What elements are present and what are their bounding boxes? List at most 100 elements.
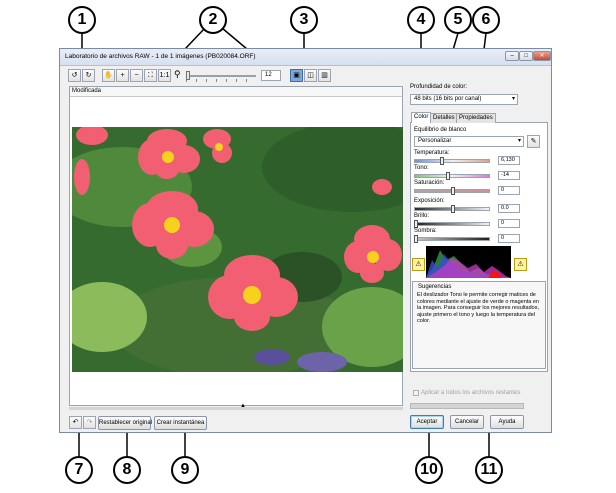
- zoom-in-icon: +: [120, 72, 125, 79]
- apply-all-checkbox[interactable]: [413, 390, 419, 396]
- shadow-slider-thumb[interactable]: [414, 235, 418, 243]
- callout-2: 2: [199, 6, 227, 34]
- callout-5: 5: [444, 6, 472, 34]
- actual-size-icon: 1:1: [159, 72, 170, 79]
- temperature-value[interactable]: 6,130: [498, 156, 520, 165]
- zoom-out-icon: −: [134, 72, 139, 79]
- warning-icon: ⚠: [517, 261, 524, 268]
- tint-label: Tono:: [414, 165, 429, 171]
- zoom-out-button[interactable]: −: [130, 69, 143, 82]
- rotate-right-button[interactable]: ↻: [82, 69, 95, 82]
- apply-all-label: Aplicar a todos los archivos restantes: [421, 390, 521, 396]
- tab-color[interactable]: Color: [411, 112, 432, 123]
- flower-photo: [72, 127, 403, 372]
- pan-tool-button[interactable]: ✋: [102, 69, 115, 82]
- white-balance-value: Personalizar: [418, 138, 452, 144]
- zoom-in-button[interactable]: +: [116, 69, 129, 82]
- color-depth-value: 48 bits (16 bits por canal): [414, 96, 482, 102]
- white-balance-label: Equilibrio de blanco: [414, 127, 467, 133]
- exposure-label: Exposición:: [414, 198, 445, 204]
- raw-lab-window: Laboratorio de archivos RAW - 1 de 1 imá…: [59, 48, 552, 433]
- split-view-icon: ◫: [307, 72, 314, 79]
- reset-original-button[interactable]: Restablecer original: [98, 416, 152, 430]
- zoom-slider-thumb[interactable]: [186, 71, 190, 80]
- callout-10: 10: [415, 456, 443, 484]
- create-snapshot-button[interactable]: Crear instantánea: [154, 416, 207, 430]
- shadow-label: Sombra:: [414, 228, 437, 234]
- zoom-slider-ticks: [186, 79, 256, 82]
- rotate-left-icon: ↺: [71, 72, 78, 79]
- exposure-value[interactable]: 0.0: [498, 204, 520, 213]
- brightness-value[interactable]: 0: [498, 219, 520, 228]
- saturation-slider-thumb[interactable]: [451, 187, 455, 195]
- white-balance-select[interactable]: Personalizar ▾: [414, 136, 524, 147]
- callout-7: 7: [65, 456, 93, 484]
- callout-1: 1: [68, 6, 96, 34]
- zoom-value-field[interactable]: 12: [261, 70, 281, 81]
- rotate-left-button[interactable]: ↺: [68, 69, 81, 82]
- hints-text: El deslizador Tono le permite corregir m…: [417, 292, 539, 324]
- view-mode-label: Modificada: [72, 88, 102, 94]
- dual-view-icon: ▥: [321, 72, 328, 79]
- preview-splitter[interactable]: [69, 407, 403, 410]
- window-title: Laboratorio de archivos RAW - 1 de 1 imá…: [65, 53, 256, 60]
- dual-view-button[interactable]: ▥: [318, 69, 331, 82]
- histogram: [426, 246, 511, 278]
- redo-button[interactable]: ↷: [83, 416, 96, 429]
- highlight-clipping-toggle[interactable]: ⚠: [514, 258, 527, 271]
- title-bar: Laboratorio de archivos RAW - 1 de 1 imá…: [60, 49, 551, 66]
- callout-6: 6: [472, 6, 500, 34]
- panel-scrollbar[interactable]: [410, 403, 524, 409]
- fit-to-window-button[interactable]: ⛶: [144, 69, 157, 82]
- brightness-slider-thumb[interactable]: [414, 220, 418, 228]
- callout-4: 4: [407, 6, 435, 34]
- color-depth-select[interactable]: 48 bits (16 bits por canal) ▾: [410, 94, 518, 105]
- preview-window[interactable]: Modificada: [69, 86, 403, 406]
- zoom-slider-track[interactable]: [186, 75, 256, 77]
- temperature-slider[interactable]: [414, 159, 490, 163]
- callout-3: 3: [290, 6, 318, 34]
- tab-details[interactable]: Detalles: [430, 113, 458, 123]
- callout-9: 9: [171, 456, 199, 484]
- brightness-slider[interactable]: [414, 222, 490, 226]
- cancel-button[interactable]: Cancelar: [450, 415, 484, 429]
- temperature-label: Temperatura:: [414, 150, 450, 156]
- eyedropper-icon: ✎: [530, 138, 537, 145]
- splitter-arrow-icon: ▲: [240, 403, 246, 409]
- help-button[interactable]: Ayuda: [490, 415, 524, 429]
- rotate-right-icon: ↻: [85, 72, 92, 79]
- hints-box: Sugerencias El deslizador Tono le permit…: [412, 281, 546, 369]
- magnifier-icon: ⚲: [174, 69, 181, 79]
- eyedropper-button[interactable]: ✎: [527, 135, 540, 148]
- shadow-clipping-toggle[interactable]: ⚠: [412, 258, 425, 271]
- tint-slider[interactable]: [414, 174, 490, 178]
- saturation-label: Saturación:: [414, 180, 445, 186]
- maximize-button[interactable]: □: [519, 51, 533, 61]
- fit-window-icon: ⛶: [148, 72, 153, 79]
- accept-button[interactable]: Aceptar: [410, 415, 444, 429]
- chevron-down-icon: ▾: [517, 138, 521, 144]
- single-view-icon: ▣: [293, 72, 300, 79]
- warning-icon: ⚠: [415, 261, 422, 268]
- shadow-slider[interactable]: [414, 237, 490, 241]
- saturation-value[interactable]: 0: [498, 186, 520, 195]
- actual-size-button[interactable]: 1:1: [158, 69, 171, 82]
- shadow-value[interactable]: 0: [498, 234, 520, 243]
- tint-slider-thumb[interactable]: [446, 172, 450, 180]
- temperature-slider-thumb[interactable]: [440, 157, 444, 165]
- chevron-down-icon: ▾: [511, 96, 515, 102]
- exposure-slider-thumb[interactable]: [451, 205, 455, 213]
- minimize-button[interactable]: –: [505, 51, 519, 61]
- color-depth-label: Profundidad de color:: [410, 84, 468, 90]
- callout-11: 11: [475, 456, 503, 484]
- preview-header: Modificada: [70, 87, 402, 97]
- hand-icon: ✋: [104, 72, 113, 79]
- tint-value[interactable]: -14: [498, 171, 520, 180]
- split-view-button[interactable]: ◫: [304, 69, 317, 82]
- undo-button[interactable]: ↶: [69, 416, 82, 429]
- callout-8: 8: [113, 456, 141, 484]
- close-button[interactable]: ✕: [533, 51, 551, 61]
- single-view-button[interactable]: ▣: [290, 69, 303, 82]
- hints-title: Sugerencias: [418, 284, 452, 290]
- tab-properties[interactable]: Propiedades: [456, 113, 496, 123]
